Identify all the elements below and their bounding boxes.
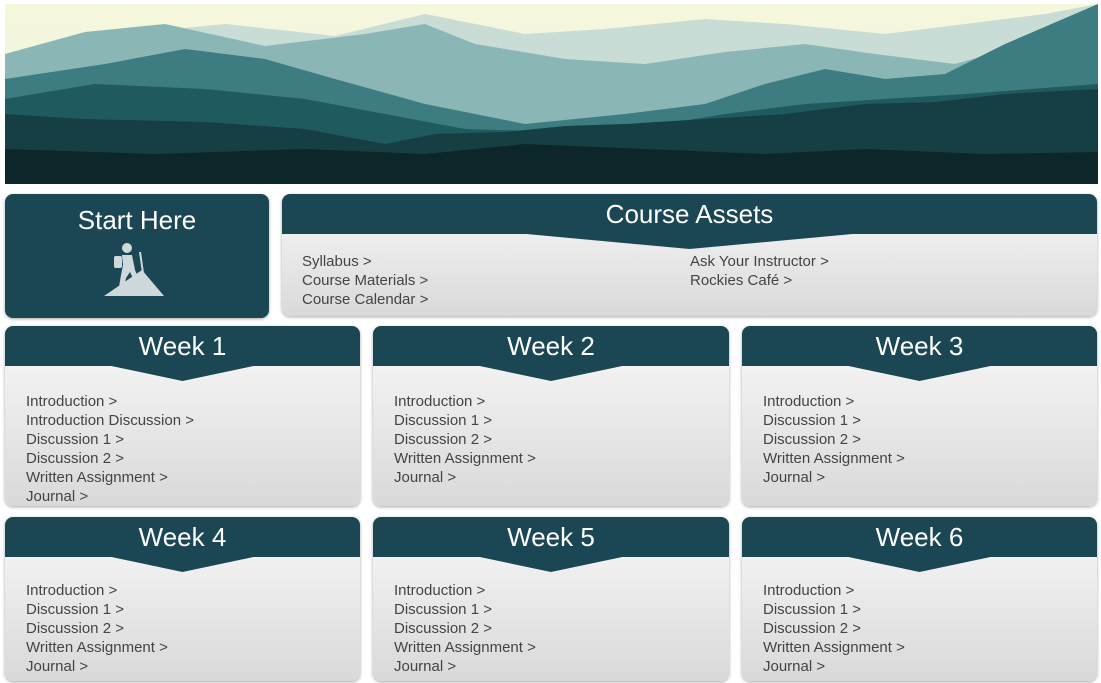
hiker-icon [104, 243, 164, 296]
week-1-links: Introduction Introduction Discussion Dis… [26, 392, 194, 506]
week-link[interactable]: Discussion 1 [394, 600, 536, 619]
week-link[interactable]: Introduction [394, 581, 536, 600]
mountain-banner [5, 4, 1098, 184]
week-5-links: Introduction Discussion 1 Discussion 2 W… [394, 581, 536, 676]
week-6-header: Week 6 [742, 517, 1097, 557]
rockies-cafe-link[interactable]: Rockies Café [690, 271, 829, 290]
week-link[interactable]: Introduction [763, 392, 905, 411]
week-link[interactable]: Journal [26, 487, 194, 506]
week-link[interactable]: Written Assignment [763, 638, 905, 657]
week-2-links: Introduction Discussion 1 Discussion 2 W… [394, 392, 536, 487]
week-link[interactable]: Introduction Discussion [26, 411, 194, 430]
week-2-card: Week 2 Introduction Discussion 1 Discuss… [373, 326, 729, 506]
syllabus-link[interactable]: Syllabus [302, 252, 428, 271]
week-link[interactable]: Discussion 2 [394, 430, 536, 449]
course-assets-card: Course Assets Syllabus Course Materials … [282, 194, 1097, 316]
week-link[interactable]: Journal [394, 468, 536, 487]
week-link[interactable]: Journal [763, 657, 905, 676]
week-link[interactable]: Journal [26, 657, 168, 676]
week-5-header: Week 5 [373, 517, 729, 557]
start-here-title: Start Here [77, 205, 197, 235]
week-4-header: Week 4 [5, 517, 360, 557]
week-link[interactable]: Discussion 2 [763, 430, 905, 449]
week-4-links: Introduction Discussion 1 Discussion 2 W… [26, 581, 168, 676]
week-5-card: Week 5 Introduction Discussion 1 Discuss… [373, 517, 729, 681]
course-calendar-link[interactable]: Course Calendar [302, 290, 428, 309]
week-6-card: Week 6 Introduction Discussion 1 Discuss… [742, 517, 1097, 681]
week-1-header: Week 1 [5, 326, 360, 366]
week-link[interactable]: Discussion 1 [763, 600, 905, 619]
course-materials-link[interactable]: Course Materials [302, 271, 428, 290]
week-4-card: Week 4 Introduction Discussion 1 Discuss… [5, 517, 360, 681]
week-link[interactable]: Written Assignment [394, 449, 536, 468]
week-2-header: Week 2 [373, 326, 729, 366]
week-link[interactable]: Written Assignment [26, 638, 168, 657]
course-assets-right-links: Ask Your Instructor Rockies Café [690, 252, 829, 290]
week-link[interactable]: Discussion 2 [26, 449, 194, 468]
week-link[interactable]: Written Assignment [26, 468, 194, 487]
week-link[interactable]: Written Assignment [394, 638, 536, 657]
week-link[interactable]: Discussion 2 [26, 619, 168, 638]
course-assets-left-links: Syllabus Course Materials Course Calenda… [302, 252, 428, 309]
week-link[interactable]: Discussion 2 [763, 619, 905, 638]
week-6-links: Introduction Discussion 1 Discussion 2 W… [763, 581, 905, 676]
week-link[interactable]: Discussion 1 [763, 411, 905, 430]
week-link[interactable]: Written Assignment [763, 449, 905, 468]
week-link[interactable]: Introduction [26, 581, 168, 600]
week-link[interactable]: Discussion 1 [394, 411, 536, 430]
week-link[interactable]: Discussion 1 [26, 430, 194, 449]
week-3-links: Introduction Discussion 1 Discussion 2 W… [763, 392, 905, 487]
week-link[interactable]: Introduction [763, 581, 905, 600]
week-link[interactable]: Discussion 2 [394, 619, 536, 638]
week-1-card: Week 1 Introduction Introduction Discuss… [5, 326, 360, 506]
start-here-button[interactable]: Start Here [5, 194, 269, 318]
ask-instructor-link[interactable]: Ask Your Instructor [690, 252, 829, 271]
mountain-landscape-image [5, 4, 1098, 184]
week-link[interactable]: Discussion 1 [26, 600, 168, 619]
week-3-header: Week 3 [742, 326, 1097, 366]
week-link[interactable]: Journal [394, 657, 536, 676]
course-assets-header: Course Assets [282, 194, 1097, 234]
week-3-card: Week 3 Introduction Discussion 1 Discuss… [742, 326, 1097, 506]
week-link[interactable]: Introduction [394, 392, 536, 411]
week-link[interactable]: Introduction [26, 392, 194, 411]
week-link[interactable]: Journal [763, 468, 905, 487]
